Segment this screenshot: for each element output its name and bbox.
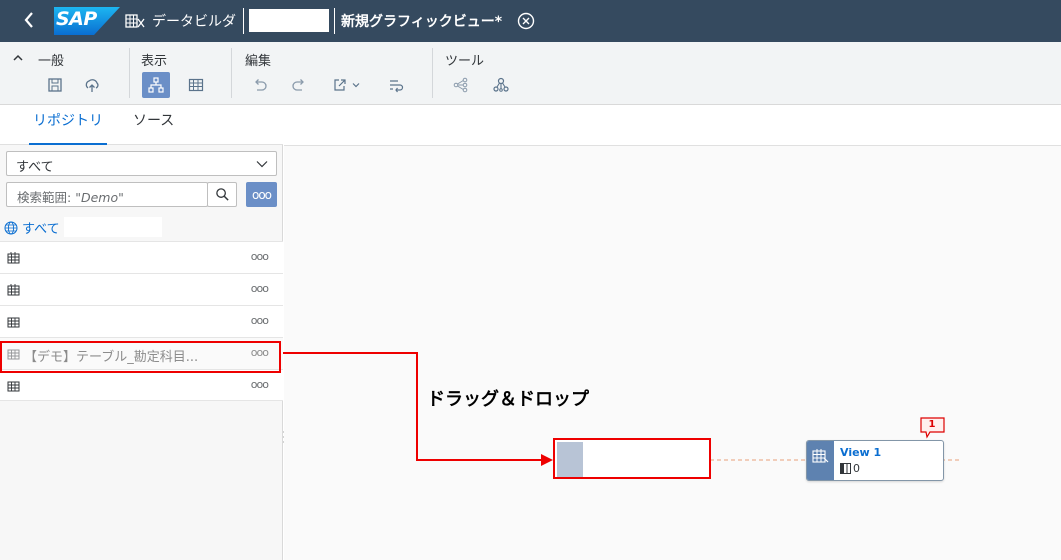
drop-placeholder — [557, 442, 583, 477]
view-icon — [812, 449, 829, 463]
scope-label: すべて — [22, 222, 60, 237]
undo-icon — [255, 79, 267, 91]
tab-sources[interactable]: ソース — [129, 112, 178, 145]
table-view-button[interactable] — [182, 72, 210, 98]
table-icon — [7, 252, 20, 264]
search-label: 検索範囲: — [17, 190, 72, 205]
wrap-icon — [390, 80, 404, 93]
columns-icon — [840, 463, 851, 474]
impact-lineage-button[interactable] — [447, 72, 475, 98]
export-button[interactable] — [326, 72, 366, 98]
canvas-header — [284, 105, 1061, 146]
undo-button[interactable] — [246, 72, 274, 98]
chevron-down-icon — [256, 161, 268, 168]
search-icon — [215, 188, 229, 201]
search-button[interactable] — [207, 182, 237, 207]
diagram-canvas[interactable] — [284, 105, 1061, 560]
deploy-icon — [85, 79, 99, 92]
data-builder-icon — [125, 14, 145, 28]
list-item[interactable]: ooo — [0, 273, 283, 305]
redacted-text — [64, 217, 162, 237]
impact-lineage-icon — [453, 77, 468, 93]
group-title: 編集 — [245, 54, 272, 69]
redo-button[interactable] — [285, 72, 313, 98]
node-name: View 1 — [840, 446, 882, 459]
tab-repository[interactable]: リポジトリ — [29, 112, 107, 145]
table-icon — [188, 78, 204, 92]
hierarchy-icon — [148, 77, 164, 93]
redacted-space-name — [249, 9, 329, 32]
drop-target-highlight — [553, 438, 711, 479]
divider — [243, 8, 244, 34]
save-icon — [48, 78, 62, 92]
repository-panel: リポジトリ ソース すべて 検索範囲: "Demo" ooo すべて ooo o… — [0, 105, 283, 560]
toolbar-group-view: 表示 — [130, 42, 232, 105]
deploy-button[interactable] — [78, 72, 106, 98]
save-button[interactable] — [41, 72, 69, 98]
divider — [334, 8, 335, 34]
toolbar-group-edit: 編集 — [232, 42, 433, 105]
group-title: 表示 — [141, 54, 168, 69]
column-count: 0 — [853, 462, 860, 475]
item-more-button[interactable]: ooo — [251, 378, 269, 391]
list-item[interactable]: ooo — [0, 369, 283, 401]
toolbar-group-tools: ツール — [433, 42, 533, 105]
annotation-highlight-source — [0, 341, 281, 373]
app-name[interactable]: データビルダ — [152, 11, 236, 31]
table-icon — [7, 284, 20, 296]
node-columns: 0 — [840, 462, 860, 475]
list-item[interactable]: ooo — [0, 241, 283, 273]
wrap-button[interactable] — [382, 72, 410, 98]
scope-link[interactable]: すべて — [4, 218, 60, 237]
filter-select[interactable]: すべて — [6, 151, 277, 176]
panel-tabs: リポジトリ ソース — [0, 105, 283, 145]
close-circle-icon[interactable] — [516, 11, 536, 31]
toolbar-group-general: 一般 — [0, 42, 130, 105]
drag-drop-annotation: ドラッグ＆ドロップ — [427, 389, 589, 410]
chevron-down-icon — [352, 83, 360, 88]
group-title: ツール — [445, 54, 485, 69]
shell-bar: SAP データビルダ 新規グラフィックビュー* — [0, 0, 1061, 42]
diagram-view-button[interactable] — [142, 72, 170, 98]
redo-icon — [292, 79, 304, 91]
table-icon — [7, 381, 20, 392]
view-title: 新規グラフィックビュー* — [341, 14, 503, 30]
item-more-button[interactable]: ooo — [251, 282, 269, 295]
sap-logo-text: SAP — [56, 8, 97, 30]
search-placeholder: 検索範囲: "Demo" — [17, 187, 124, 206]
toolbar: 一般 表示 編集 ツール — [0, 42, 1061, 105]
filter-value: すべて — [16, 160, 54, 175]
repository-list: ooo ooo ooo 【デモ】テーブル_勘定科目... ooo ooo — [0, 241, 283, 401]
network-icon — [493, 77, 509, 92]
validation-count: 1 — [928, 419, 936, 430]
more-options-button[interactable]: ooo — [246, 182, 277, 207]
node-type-bar — [807, 441, 834, 480]
search-input[interactable]: 検索範囲: "Demo" — [6, 182, 208, 207]
view-node[interactable]: View 1 0 — [806, 440, 944, 481]
export-icon — [334, 79, 346, 91]
table-icon — [7, 317, 20, 328]
search-value: "Demo" — [75, 190, 124, 205]
network-button[interactable] — [487, 72, 515, 98]
globe-icon — [4, 221, 18, 234]
item-more-button[interactable]: ooo — [251, 314, 269, 327]
back-icon[interactable] — [20, 9, 40, 31]
item-more-button[interactable]: ooo — [251, 250, 269, 263]
list-item[interactable]: ooo — [0, 305, 283, 337]
group-title: 一般 — [38, 54, 65, 69]
